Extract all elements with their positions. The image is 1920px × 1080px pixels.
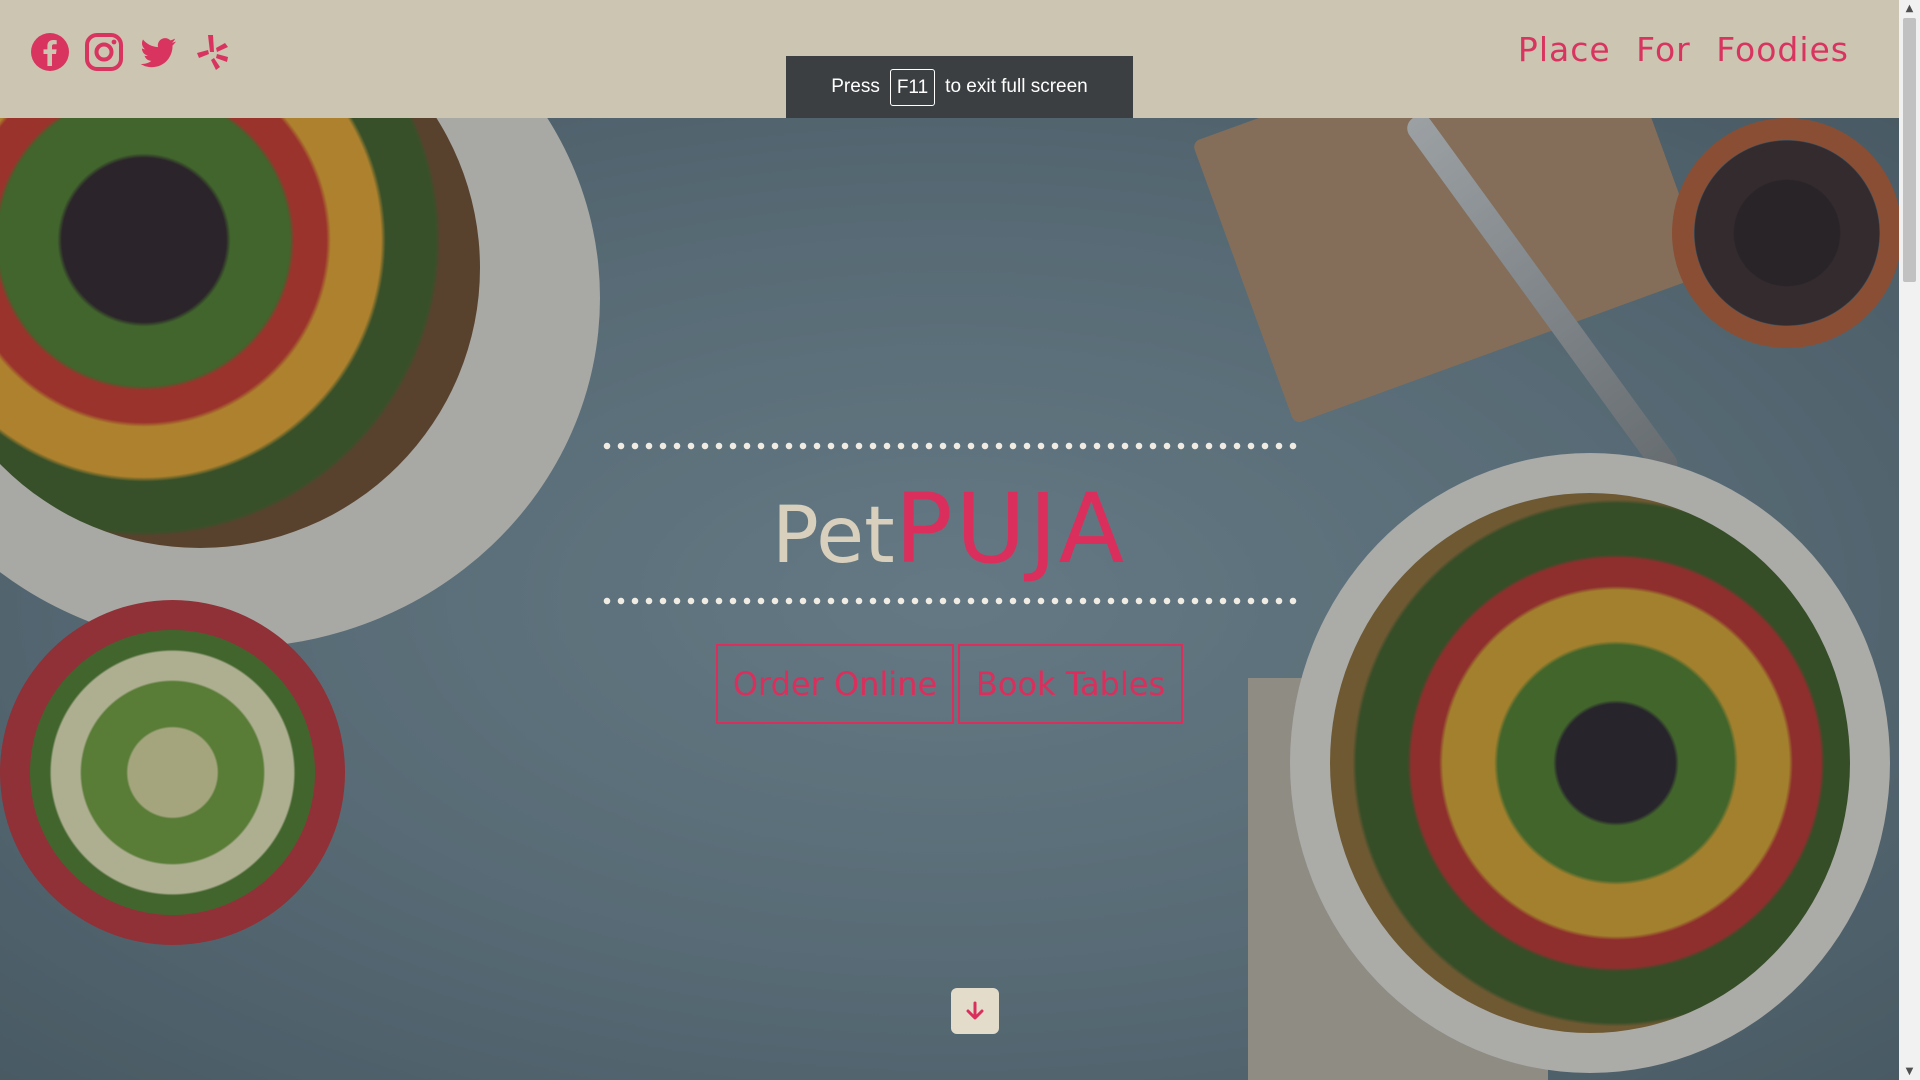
instagram-icon[interactable] [84, 32, 124, 72]
arrow-down-icon [966, 1001, 984, 1020]
dotted-divider-bottom [600, 597, 1300, 605]
site-tagline: Place For Foodies [1517, 30, 1849, 69]
fullscreen-notice-prefix: Press [831, 76, 880, 97]
cta-group: Order Online Book Tables [716, 644, 1183, 724]
scroll-down-button[interactable] [951, 988, 999, 1034]
twitter-icon[interactable] [138, 32, 178, 72]
scrollbar-thumb[interactable] [1903, 18, 1916, 282]
dotted-divider-top [600, 442, 1300, 450]
social-links [30, 32, 232, 72]
brand-prefix: Pet [771, 491, 895, 581]
book-tables-button[interactable]: Book Tables [958, 644, 1183, 724]
yelp-icon[interactable] [192, 32, 232, 72]
facebook-icon[interactable] [30, 32, 70, 72]
brand-logo: PetPUJA [0, 473, 1899, 585]
fullscreen-notice-suffix: to exit full screen [945, 76, 1088, 97]
hero-section: PetPUJA Order Online Book Tables [0, 118, 1899, 1080]
fullscreen-notice: Press F11 to exit full screen [786, 56, 1133, 118]
page-scrollbar[interactable]: ▲ ▼ [1899, 0, 1920, 1080]
f11-key: F11 [889, 68, 936, 106]
order-online-button[interactable]: Order Online [716, 644, 954, 724]
scroll-up-arrow[interactable]: ▲ [1899, 0, 1920, 17]
brand-name: PUJA [894, 473, 1128, 585]
scroll-down-arrow[interactable]: ▼ [1899, 1063, 1920, 1080]
